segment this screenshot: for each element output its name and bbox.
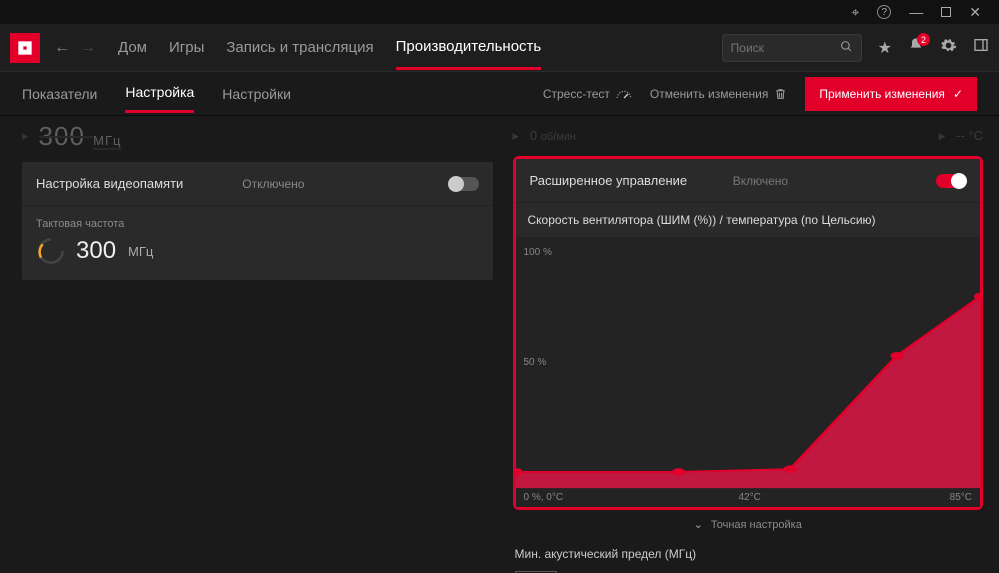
clock-gauge-icon — [36, 236, 66, 266]
acoustic-limit-label: Мин. акустический предел (МГц) — [513, 539, 984, 569]
top-right-group: ★ 2 — [722, 34, 989, 62]
search-icon[interactable] — [840, 40, 853, 56]
clock-gauge-row: 300 МГц — [22, 232, 493, 280]
fan-highlight-box: Расширенное управление Включено Скорость… — [513, 156, 984, 510]
tab-gaming[interactable]: Игры — [169, 27, 204, 68]
top-nav: ← → Дом Игры Запись и трансляция Произво… — [0, 24, 999, 72]
nav-arrows: ← → — [54, 39, 96, 57]
apply-label: Применить изменения — [819, 87, 945, 101]
apply-changes-button[interactable]: Применить изменения ✓ — [805, 77, 977, 111]
cutoff-right-row: ▸ 0 об/мин ▸ -- °C — [513, 122, 984, 150]
bug-icon[interactable]: ⌖ — [851, 4, 859, 21]
search-box[interactable] — [722, 34, 862, 62]
tab-home[interactable]: Дом — [118, 27, 147, 68]
favorites-icon[interactable]: ★ — [878, 38, 892, 58]
right-column: ▸ 0 об/мин ▸ -- °C Расширенное управлени… — [507, 116, 999, 573]
forward-button[interactable]: → — [80, 39, 96, 57]
sub-nav: Показатели Настройка Настройки Стресс-те… — [0, 72, 999, 116]
vram-tuning-row: Настройка видеопамяти Отключено — [22, 162, 493, 206]
back-button[interactable]: ← — [54, 39, 70, 57]
advanced-control-toggle[interactable] — [936, 174, 966, 188]
close-icon[interactable]: ✕ — [969, 4, 981, 21]
amd-logo — [10, 33, 40, 63]
vram-toggle[interactable] — [449, 177, 479, 191]
search-input[interactable] — [731, 41, 840, 55]
advanced-control-state: Включено — [733, 174, 936, 188]
acoustic-slider-row: 1366 — [513, 569, 984, 573]
advanced-control-title: Расширенное управление — [530, 173, 733, 188]
gauge-icon — [616, 88, 632, 100]
discard-changes-button[interactable]: Отменить изменения — [650, 87, 787, 101]
window-titlebar: ⌖ ? — ✕ — [0, 0, 999, 24]
left-column: ▸ 300 МГц Настройка видеопамяти Отключен… — [0, 116, 507, 573]
subtab-settings[interactable]: Настройки — [222, 76, 291, 112]
main-tabs: Дом Игры Запись и трансляция Производите… — [118, 26, 541, 70]
subtab-tuning[interactable]: Настройка — [125, 74, 194, 113]
cutoff-gpu-row: ▸ 300 МГц — [22, 122, 493, 150]
fan-chart-title: Скорость вентилятора (ШИМ (%)) / темпера… — [516, 203, 981, 237]
stress-test-button[interactable]: Стресс-тест — [543, 87, 632, 101]
fine-tune-toggle[interactable]: Точная настройка — [513, 510, 984, 539]
check-icon: ✓ — [953, 87, 963, 101]
advanced-control-row: Расширенное управление Включено — [516, 159, 981, 203]
clock-label: Тактовая частота — [22, 206, 493, 232]
discard-label: Отменить изменения — [650, 87, 768, 101]
content: ▸ 300 МГц Настройка видеопамяти Отключен… — [0, 116, 999, 573]
amd-logo-icon — [15, 38, 35, 58]
maximize-icon[interactable] — [941, 7, 951, 17]
tab-performance[interactable]: Производительность — [396, 26, 542, 70]
trash-icon — [774, 87, 787, 101]
tab-streaming[interactable]: Запись и трансляция — [226, 27, 373, 68]
stress-test-label: Стресс-тест — [543, 87, 610, 101]
help-icon[interactable]: ? — [877, 5, 891, 19]
settings-icon[interactable] — [940, 37, 957, 59]
clock-unit: МГц — [128, 244, 153, 259]
fan-curve-svg — [516, 237, 981, 507]
vram-panel: Настройка видеопамяти Отключено Тактовая… — [22, 162, 493, 280]
notification-badge: 2 — [917, 33, 930, 46]
subtab-metrics[interactable]: Показатели — [22, 76, 97, 112]
minimize-icon[interactable]: — — [909, 4, 923, 20]
vram-state: Отключено — [242, 177, 448, 191]
sidepanel-icon[interactable] — [973, 37, 989, 58]
vram-title: Настройка видеопамяти — [36, 176, 242, 191]
sub-nav-right: Стресс-тест Отменить изменения Применить… — [543, 77, 977, 111]
clock-value: 300 — [76, 237, 116, 265]
fan-chart[interactable]: 100 % 50 % 0 %, 0°C 42°C 85°C — [516, 237, 981, 507]
notifications-icon[interactable]: 2 — [908, 37, 924, 58]
